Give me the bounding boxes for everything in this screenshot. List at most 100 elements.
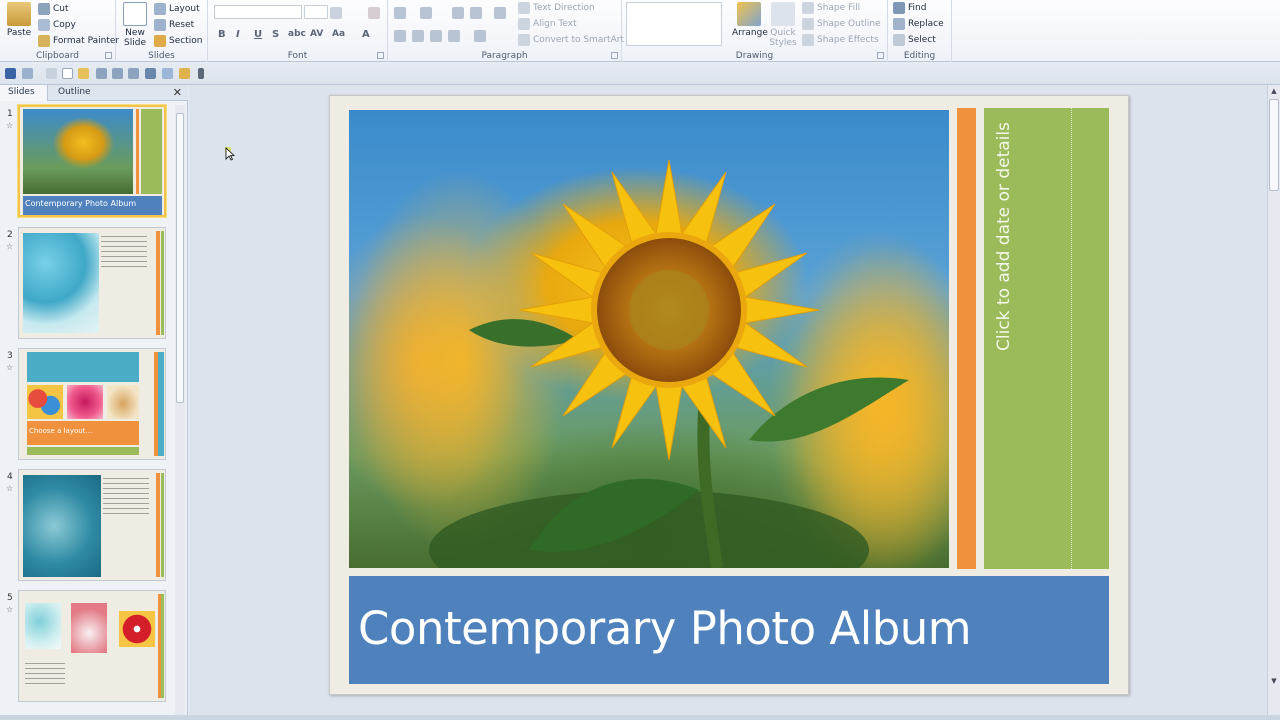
change-case-button[interactable]: Aa xyxy=(332,29,345,39)
align-right-button[interactable] xyxy=(430,28,442,43)
increase-indent-button[interactable] xyxy=(470,5,482,20)
quick-styles-button[interactable]: Quick Styles xyxy=(766,2,800,48)
shape-effects-button[interactable]: Shape Effects xyxy=(802,32,879,47)
align-left-button[interactable] xyxy=(394,28,406,43)
tab-slides[interactable]: Slides xyxy=(0,85,48,101)
scissors-icon xyxy=(38,2,50,15)
numbering-icon xyxy=(420,6,432,19)
font-size-dropdown[interactable] xyxy=(304,5,328,19)
shape-outline-button[interactable]: Shape Outline xyxy=(802,16,881,31)
underline-button[interactable]: U xyxy=(254,29,262,40)
spacing-button[interactable]: AV xyxy=(310,29,323,39)
clear-format-button[interactable] xyxy=(368,5,380,20)
undo-icon[interactable] xyxy=(22,68,33,79)
slide-title[interactable]: Contemporary Photo Album xyxy=(358,602,972,655)
replace-button[interactable]: Replace xyxy=(893,16,944,31)
slides-label: Slides xyxy=(148,51,175,61)
thumb-title: Choose a layout... xyxy=(29,427,93,435)
smartart-icon xyxy=(518,33,530,46)
close-icon[interactable]: ✕ xyxy=(173,86,182,99)
slide-thumbnail-3[interactable]: Choose a layout... xyxy=(18,348,166,460)
format-painter-button[interactable]: Format Painter xyxy=(38,33,119,48)
sunflower-picture[interactable] xyxy=(349,110,949,568)
slides-pane: Slides Outline ✕ 1 ☆ Contemporary Photo … xyxy=(0,85,188,715)
grow-font-button[interactable] xyxy=(330,5,342,20)
thumb-green-bar xyxy=(141,109,162,194)
print-icon[interactable] xyxy=(112,68,123,79)
font-launcher[interactable] xyxy=(377,52,384,59)
paragraph-group: Text Direction Align Text Convert to Sma… xyxy=(388,0,624,62)
line-spacing-button[interactable] xyxy=(494,5,506,20)
open-icon[interactable] xyxy=(78,68,89,79)
ribbon: Paste Cut Copy Format Painter Clipboard … xyxy=(0,0,1280,62)
drawing-launcher[interactable] xyxy=(877,52,884,59)
layout-icon xyxy=(154,2,166,15)
decrease-indent-button[interactable] xyxy=(452,5,464,20)
slide-thumbnail-2[interactable] xyxy=(18,227,166,339)
slide-thumbnail-5[interactable] xyxy=(18,590,166,702)
columns-button[interactable] xyxy=(474,28,486,43)
text-direction-icon xyxy=(518,1,530,14)
italic-button[interactable]: I xyxy=(236,29,240,40)
justify-button[interactable] xyxy=(448,28,460,43)
slide-thumbnail-4[interactable] xyxy=(18,469,166,581)
convert-smartart-button[interactable]: Convert to SmartArt xyxy=(518,32,624,47)
select-button[interactable]: Select xyxy=(893,32,936,47)
text-direction-button[interactable]: Text Direction xyxy=(518,0,595,15)
font-name-dropdown[interactable] xyxy=(214,5,302,19)
insert-picture-icon[interactable] xyxy=(179,68,190,79)
align-center-button[interactable] xyxy=(412,28,424,43)
arrange-button[interactable]: Arrange xyxy=(732,2,768,38)
redo-icon[interactable] xyxy=(46,68,57,79)
customize-qat-icon[interactable] xyxy=(198,68,204,79)
section-button[interactable]: Section xyxy=(154,33,202,48)
orange-accent-bar xyxy=(957,108,976,569)
thumb-photo xyxy=(23,233,99,333)
transition-icon: ☆ xyxy=(6,242,14,251)
shapes-gallery[interactable] xyxy=(626,2,722,46)
pane-scrollbar[interactable] xyxy=(175,105,185,715)
scroll-thumb[interactable] xyxy=(1269,99,1279,191)
tab-outline[interactable]: Outline xyxy=(50,85,99,101)
font-color-button[interactable]: A xyxy=(362,29,370,40)
bullets-button[interactable] xyxy=(394,5,406,20)
numbering-button[interactable] xyxy=(420,5,432,20)
thumb-green-bar xyxy=(161,473,164,577)
new-slide-button[interactable]: New Slide xyxy=(118,2,152,48)
slide-show-icon[interactable] xyxy=(162,68,173,79)
transition-icon: ☆ xyxy=(6,121,14,130)
scroll-down-arrow-icon[interactable]: ▼ xyxy=(1269,677,1279,687)
transition-icon: ☆ xyxy=(6,605,14,614)
find-button[interactable]: Find xyxy=(893,0,926,15)
new-icon[interactable] xyxy=(62,68,73,79)
print-preview-icon[interactable] xyxy=(96,68,107,79)
clipboard-launcher[interactable] xyxy=(105,52,112,59)
thumb-photo-disc xyxy=(107,385,139,419)
bold-button[interactable]: B xyxy=(218,29,226,40)
title-placeholder[interactable]: Contemporary Photo Album xyxy=(349,576,1109,684)
scroll-up-arrow-icon[interactable]: ▲ xyxy=(1269,87,1279,97)
font-label: Font xyxy=(287,51,308,61)
layout-button[interactable]: Layout xyxy=(154,1,200,16)
slides-group: New Slide Layout Reset Section Slides xyxy=(116,0,208,62)
paragraph-launcher[interactable] xyxy=(611,52,618,59)
quick-print-icon[interactable] xyxy=(128,68,139,79)
shadow-button[interactable]: abc xyxy=(288,29,306,39)
slide-thumbnail-1[interactable]: Contemporary Photo Album xyxy=(18,105,166,217)
save-icon[interactable] xyxy=(5,68,16,79)
binoculars-icon xyxy=(893,1,905,14)
editing-group: Find Replace Select Editing xyxy=(888,0,952,62)
copy-button[interactable]: Copy xyxy=(38,17,76,32)
strikethrough-button[interactable]: S xyxy=(272,29,279,40)
slide-canvas: Click to add date or details Contemporar… xyxy=(189,85,1267,715)
pane-scroll-thumb[interactable] xyxy=(176,113,184,403)
align-text-button[interactable]: Align Text xyxy=(518,16,577,31)
date-placeholder-text[interactable]: Click to add date or details xyxy=(994,122,1014,362)
spelling-icon[interactable] xyxy=(145,68,156,79)
date-placeholder[interactable]: Click to add date or details xyxy=(984,108,1072,569)
shape-fill-button[interactable]: Shape Fill xyxy=(802,0,860,15)
reset-button[interactable]: Reset xyxy=(154,17,194,32)
vertical-scrollbar[interactable]: ▲ ▼ xyxy=(1267,85,1280,715)
cut-button[interactable]: Cut xyxy=(38,1,69,16)
paste-button[interactable]: Paste xyxy=(2,2,36,38)
